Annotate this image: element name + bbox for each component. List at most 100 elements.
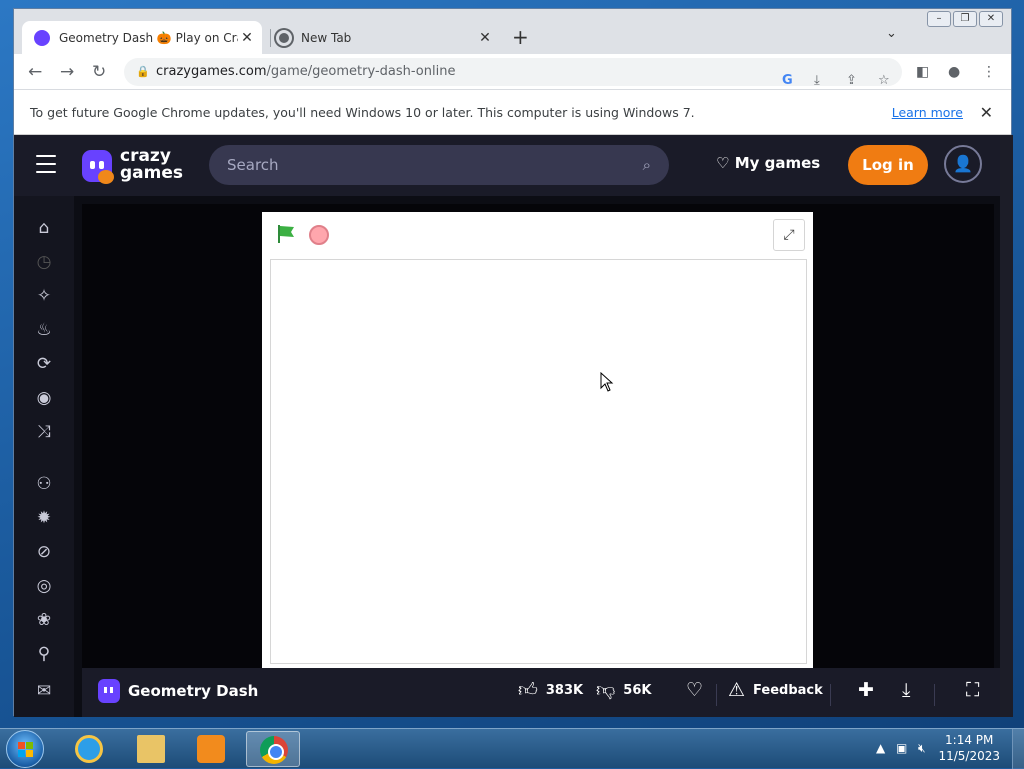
bike-icon[interactable]: ⚲: [32, 642, 56, 666]
infobar-message: To get future Google Chrome updates, you…: [30, 105, 695, 120]
divider: [934, 684, 935, 706]
fullscreen-button[interactable]: ⛶: [966, 679, 979, 701]
search-input[interactable]: Search ⌕: [209, 145, 669, 185]
random-icon[interactable]: ⤨: [32, 420, 56, 444]
crazygames-page: crazygames Search ⌕ ♡ My games Log in 👤 …: [14, 135, 1000, 717]
close-tab-icon[interactable]: ✕: [238, 30, 256, 46]
learn-more-link[interactable]: Learn more: [892, 90, 963, 135]
dislike-count: 56K: [623, 683, 651, 698]
basketball-icon[interactable]: ◎: [32, 574, 56, 598]
show-hidden-icons-icon[interactable]: ▲: [876, 741, 885, 755]
media-player-icon: [197, 735, 225, 763]
home-icon[interactable]: ⌂: [32, 216, 56, 240]
stop-icon[interactable]: [309, 225, 329, 245]
tab-geometry-dash[interactable]: Geometry Dash 🎃 Play on CrazyG ✕: [22, 21, 262, 55]
page-scrollbar[interactable]: [1000, 135, 1013, 717]
taskbar-explorer[interactable]: [124, 731, 178, 767]
my-games-button[interactable]: ♡ My games: [716, 154, 820, 172]
multiplayer-icon[interactable]: ⚇: [32, 472, 56, 496]
tab-search-chevron-icon[interactable]: ⌄: [886, 26, 897, 41]
download-button[interactable]: ⤓: [902, 679, 910, 701]
green-flag-icon[interactable]: [276, 224, 296, 244]
system-tray: ▲ ▣ 🔇︎ 1:14 PM 11/5/2023: [864, 729, 1024, 769]
menu-kebab-icon[interactable]: ⋮: [982, 64, 996, 80]
chrome-window: Geometry Dash 🎃 Play on CrazyG ✕ New Tab…: [13, 8, 1012, 716]
chrome-favicon-icon: [276, 30, 292, 46]
crazygames-small-logo-icon: [98, 679, 120, 703]
updated-icon[interactable]: ⟳: [32, 352, 56, 376]
browser-toolbar: ← → ↻ 🔒 crazygames.com/game/geometry-das…: [14, 54, 1011, 90]
address-bar[interactable]: 🔒 crazygames.com/game/geometry-dash-onli…: [124, 58, 902, 86]
login-button[interactable]: Log in: [848, 145, 928, 185]
favorite-button[interactable]: ♡: [686, 679, 703, 701]
taskbar-media-player[interactable]: [184, 731, 238, 767]
user-avatar-icon[interactable]: 👤: [944, 145, 982, 183]
left-sidebar: ⌂ ◷ ✧ ♨ ⟳ ◉ ⤨ ⚇ ✹ ⊘ ◎ ❀ ⚲ ✉: [14, 196, 74, 717]
adventure-icon[interactable]: ⊘: [32, 540, 56, 564]
side-panel-icon[interactable]: ◧: [916, 64, 929, 80]
game-area: ⤢: [82, 204, 994, 668]
clock[interactable]: 1:14 PM 11/5/2023: [938, 732, 1000, 764]
embed-icon: ✚: [858, 679, 874, 701]
divider: [830, 684, 831, 706]
restore-button[interactable]: ❐: [953, 11, 977, 27]
infobar-close-icon[interactable]: ✕: [980, 90, 993, 135]
feedback-label: Feedback: [753, 683, 823, 698]
fullscreen-icon: ⛶: [966, 679, 979, 701]
thumbs-up-icon: 👍︎: [518, 679, 538, 702]
tab-new-tab[interactable]: New Tab ✕: [264, 21, 500, 55]
clock-time: 1:14 PM: [938, 732, 1000, 748]
crazygames-favicon-icon: [34, 30, 50, 46]
mail-icon[interactable]: ✉: [32, 679, 56, 703]
game-stage[interactable]: [270, 259, 807, 664]
close-window-button[interactable]: ✕: [979, 11, 1003, 27]
start-button[interactable]: [6, 730, 44, 768]
window-controls: – ❐ ✕: [927, 11, 1003, 27]
mouse-cursor-icon: [600, 372, 614, 392]
my-games-label: My games: [735, 154, 821, 172]
trending-icon[interactable]: ♨: [32, 318, 56, 342]
new-icon[interactable]: ✧: [32, 284, 56, 308]
game-frame[interactable]: ⤢: [262, 212, 813, 668]
volume-muted-icon[interactable]: 🔇︎: [918, 741, 926, 756]
feedback-icon: ⚠: [728, 679, 745, 701]
feedback-button[interactable]: ⚠ Feedback: [728, 679, 823, 701]
menu-toggle-icon[interactable]: [36, 155, 56, 175]
show-desktop-button[interactable]: [1012, 729, 1024, 769]
back-button[interactable]: ←: [28, 62, 42, 82]
crazygames-logo[interactable]: crazygames: [82, 148, 186, 186]
originals-icon[interactable]: ◉: [32, 386, 56, 410]
new-tab-button[interactable]: +: [512, 25, 529, 49]
url-path: /game/geometry-dash-online: [267, 64, 456, 79]
search-placeholder: Search: [227, 156, 279, 174]
dislike-button[interactable]: 👎︎56K: [596, 679, 651, 702]
heart-icon: ♡: [686, 679, 703, 701]
update-infobar: To get future Google Chrome updates, you…: [14, 90, 1011, 135]
network-icon[interactable]: ▣: [896, 741, 907, 755]
pumpkin-icon: [98, 170, 114, 184]
recent-icon[interactable]: ◷: [32, 250, 56, 274]
profile-icon[interactable]: ●: [948, 64, 960, 80]
reload-button[interactable]: ↻: [92, 62, 106, 82]
game-info-bar: Geometry Dash 👍︎383K 👎︎56K ♡ ⚠Feedback ✚…: [82, 668, 1000, 717]
fullscreen-stage-icon[interactable]: ⤢: [773, 219, 805, 251]
url-domain: crazygames.com: [156, 64, 267, 79]
tab-title: New Tab: [301, 31, 476, 45]
like-button[interactable]: 👍︎383K: [518, 679, 583, 702]
internet-explorer-icon: [75, 735, 103, 763]
close-tab-icon[interactable]: ✕: [476, 30, 494, 46]
embed-button[interactable]: ✚: [858, 679, 874, 701]
taskbar-chrome[interactable]: [246, 731, 300, 767]
tab-title: Geometry Dash 🎃 Play on CrazyG: [59, 31, 238, 45]
forward-button[interactable]: →: [60, 62, 74, 82]
site-header: crazygames Search ⌕ ♡ My games Log in 👤: [14, 135, 1000, 196]
minimize-button[interactable]: –: [927, 11, 951, 27]
taskbar-internet-explorer[interactable]: [62, 731, 116, 767]
folder-icon: [137, 735, 165, 763]
chrome-icon: [260, 736, 288, 764]
flower-icon[interactable]: ❀: [32, 608, 56, 632]
windows-taskbar: ▲ ▣ 🔇︎ 1:14 PM 11/5/2023: [0, 728, 1024, 768]
download-icon: ⤓: [902, 679, 910, 701]
search-icon[interactable]: ⌕: [643, 145, 651, 185]
action-icon[interactable]: ✹: [32, 506, 56, 530]
